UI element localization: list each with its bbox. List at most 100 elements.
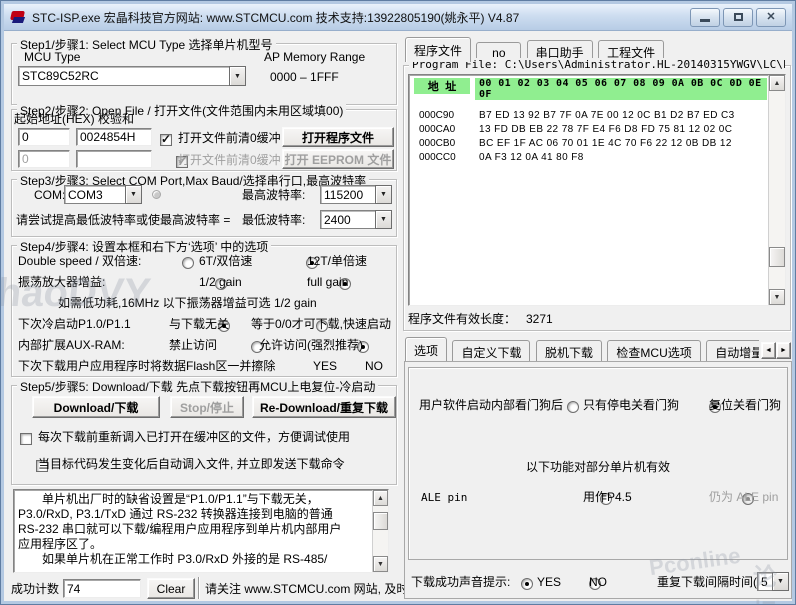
- mcu-type-select[interactable]: STC89C52RC ▼: [18, 66, 246, 86]
- program-file-groupbox: Program File: C:\Users\Administrator.HL-…: [403, 65, 791, 331]
- lower-tabs: 选项 自定义下载 脱机下载 检查MCU选项 自动增量 ISP DEMO: [405, 337, 759, 361]
- top-tabs: 程序文件 _no_ 串口助手 工程文件: [405, 37, 791, 60]
- chevron-down-icon[interactable]: ▼: [229, 66, 246, 86]
- reload-before-download-checkbox[interactable]: [20, 433, 32, 445]
- scroll-thumb[interactable]: [373, 512, 388, 530]
- reload-before-download-label: 每次下载前重新调入已打开在缓冲区的文件，方便调试使用: [38, 430, 350, 445]
- hex-row-bytes: B7 ED 13 92 B7 7F 0A 7E 00 12 0C B1 D2 B…: [479, 109, 735, 123]
- sound-yes-label: YES: [537, 575, 561, 590]
- interval-label: 重复下载间隔时间(秒): [657, 575, 773, 590]
- com-port-value: COM3: [64, 185, 125, 204]
- speed-label: Double speed / 双倍速:: [18, 254, 141, 269]
- tab-scroll-left-icon[interactable]: ◄: [761, 342, 776, 359]
- coldstart-unrelated-label: 与下载无关: [169, 317, 229, 332]
- success-count-input[interactable]: [63, 579, 141, 598]
- scroll-down-icon[interactable]: ▼: [769, 289, 785, 305]
- hex-row-addr: 000CB0: [419, 137, 456, 151]
- checksum-input[interactable]: [76, 128, 152, 146]
- hex-address-column: 000C90 000CA0 000CB0 000CC0: [419, 109, 456, 165]
- ap-range-label: AP Memory Range: [264, 50, 365, 65]
- com-label: COM:: [34, 188, 65, 203]
- hex-viewer[interactable]: 地 址 00 01 02 03 04 05 06 07 08 09 0A 0B …: [408, 74, 786, 306]
- maximize-icon: [734, 13, 743, 21]
- chevron-down-icon[interactable]: ▼: [125, 185, 142, 204]
- speed-6t-radio[interactable]: [182, 257, 194, 269]
- chevron-down-icon[interactable]: ▼: [375, 185, 392, 204]
- ale-keep-label: 仍为 ALE pin: [709, 490, 778, 505]
- chevron-down-icon[interactable]: ▼: [375, 210, 392, 229]
- tab-check-mcu-options[interactable]: 检查MCU选项: [607, 340, 700, 361]
- watchdog-poweroff-radio[interactable]: [567, 401, 579, 413]
- max-baud-label: 最高波特率:: [242, 188, 305, 203]
- coldstart-00-label: 等于0/0才可下载,快速启动: [251, 317, 391, 332]
- open-program-file-button[interactable]: 打开程序文件: [282, 127, 394, 147]
- scroll-up-icon[interactable]: ▲: [373, 490, 388, 506]
- flash-erase-label: 下次下载用户应用程序时将数据Flash区一并擦除: [18, 359, 275, 374]
- title-bar: STC-ISP.exe 宏晶科技官方网站: www.STCMCU.com 技术支…: [4, 4, 792, 31]
- gain-label: 振荡放大器增益:: [18, 275, 105, 290]
- download-button[interactable]: Download/下载: [32, 396, 160, 418]
- tab-auto-increment[interactable]: 自动增量: [706, 340, 759, 361]
- help-line: 应用程序区了。: [18, 537, 368, 552]
- step2-groupbox: Step2/步骤2: Open File / 打开文件(文件范围内未用区域填00…: [11, 109, 397, 171]
- interval-select[interactable]: 5 ▼: [757, 572, 789, 591]
- tab-custom-download[interactable]: 自定义下载: [452, 340, 530, 361]
- watchdog-reset-label: 复位关看门狗: [709, 398, 781, 413]
- stop-button: Stop/停止: [170, 396, 244, 418]
- auto-load-on-change-label: 当目标代码发生变化后自动调入文件, 并立即发送下载命令: [38, 457, 345, 472]
- close-button[interactable]: ✕: [756, 8, 786, 27]
- interval-value: 5: [757, 572, 772, 591]
- tab-scroll-right-icon[interactable]: ►: [776, 342, 791, 359]
- ale-p45-label: 用作P4.5: [583, 490, 632, 505]
- clear-count-button[interactable]: Clear: [147, 578, 195, 599]
- speed-12t-label: 12T/单倍速: [307, 254, 367, 269]
- help-scrollbar[interactable]: ▲ ▼: [372, 490, 388, 572]
- open-eeprom-file-button: 打开 EEPROM 文件: [282, 149, 394, 169]
- help-line: P3.0/RxD, P3.1/TxD 通过 RS-232 转换器连接到电脑的普通: [18, 507, 368, 522]
- step4-groupbox: Step4/步骤4: 设置本框和右下方‘选项’ 中的选项 Double spee…: [11, 245, 397, 377]
- tab-offline-download[interactable]: 脱机下载: [536, 340, 602, 361]
- clear-buffer-label: 打开文件前清0缓冲: [178, 131, 281, 146]
- redownload-button[interactable]: Re-Download/重复下载: [252, 396, 396, 418]
- clear-buffer-checkbox[interactable]: [160, 134, 172, 146]
- hex-row-addr: 000C90: [419, 109, 456, 123]
- scroll-thumb[interactable]: [769, 247, 785, 267]
- step5-legend: Step5/步骤5: Download/下载 先点下载按钮再MCU上电复位-冷启…: [17, 378, 378, 395]
- com-status-led: [152, 190, 161, 199]
- min-baud-select[interactable]: 2400 ▼: [320, 210, 392, 229]
- scroll-up-icon[interactable]: ▲: [769, 75, 785, 91]
- max-baud-select[interactable]: 115200 ▼: [320, 185, 392, 204]
- tab-program-file[interactable]: 程序文件: [405, 37, 471, 62]
- minimize-button[interactable]: [690, 8, 720, 27]
- low-power-note: 如需低功耗,16MHz 以下振荡器增益可选 1/2 gain: [58, 296, 317, 311]
- ale-pin-label: ALE pin: [421, 490, 467, 505]
- start-addr-input[interactable]: [18, 128, 70, 146]
- chevron-down-icon[interactable]: ▼: [772, 572, 789, 591]
- tab-options[interactable]: 选项: [405, 337, 447, 361]
- options-tab-page: 用户软件启动内部看门狗后 只有停电关看门狗 复位关看门狗 以下功能对部分单片机有…: [404, 361, 792, 599]
- watchdog-poweroff-label: 只有停电关看门狗: [583, 398, 679, 413]
- step1-groupbox: Step1/步骤1: Select MCU Type 选择单片机型号 MCU T…: [11, 43, 397, 105]
- speed-6t-label: 6T/双倍速: [199, 254, 252, 269]
- hex-scrollbar[interactable]: ▲ ▼: [768, 75, 785, 305]
- hex-header-columns: 00 01 02 03 04 05 06 07 08 09 0A 0B 0C 0…: [475, 78, 767, 100]
- help-textbox[interactable]: 单片机出厂时的缺省设置是“P1.0/P1.1”与下载无关， P3.0/RxD, …: [13, 489, 389, 573]
- valid-length-label: 程序文件有效长度：: [408, 312, 516, 327]
- eeprom-addr-input[interactable]: [18, 150, 70, 168]
- eeprom-checksum-input[interactable]: [76, 150, 152, 168]
- maximize-button[interactable]: [723, 8, 753, 27]
- min-baud-label: 最低波特率:: [242, 213, 305, 228]
- scroll-down-icon[interactable]: ▼: [373, 556, 388, 572]
- app-icon: [10, 9, 26, 25]
- sound-yes-radio[interactable]: [521, 578, 533, 590]
- step2-column-labels: 起始地址(HEX) 校验和: [14, 112, 134, 127]
- success-count-label: 成功计数: [11, 582, 59, 597]
- help-line: 单片机出厂时的缺省设置是“P1.0/P1.1”与下载无关，: [18, 492, 368, 507]
- auxram-label: 内部扩展AUX-RAM:: [18, 338, 125, 353]
- step3-groupbox: Step3/步骤3: Select COM Port,Max Baud/选择串行…: [11, 179, 397, 237]
- hex-row-addr: 000CC0: [419, 151, 456, 165]
- com-port-select[interactable]: COM3 ▼: [64, 185, 142, 204]
- mcu-type-value: STC89C52RC: [18, 66, 229, 86]
- sound-label: 下载成功声音提示:: [411, 575, 510, 590]
- watchdog-label: 用户软件启动内部看门狗后: [419, 398, 563, 413]
